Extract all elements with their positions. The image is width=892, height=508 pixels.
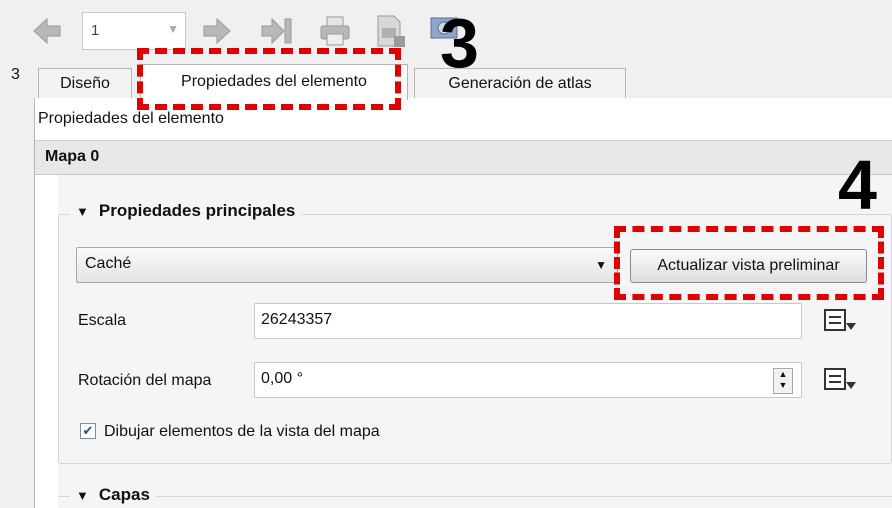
cache-mode-select[interactable]: Caché ▼: [76, 247, 618, 283]
export-image-icon[interactable]: [372, 14, 406, 48]
tab-diseno[interactable]: Diseño: [38, 68, 132, 98]
scale-label: Escala: [78, 312, 127, 329]
rotation-spinbox[interactable]: 0,00 ° ▲ ▼: [254, 362, 802, 398]
scale-input[interactable]: 26243357: [254, 303, 802, 339]
last-page-icon[interactable]: [260, 14, 294, 48]
rotation-label: Rotación del mapa: [78, 372, 212, 389]
item-header: Mapa 0: [35, 141, 892, 175]
main-properties-title: Propiedades principales: [98, 201, 296, 220]
layers-group-title: Capas: [98, 485, 150, 504]
highlight-box-step3: [137, 48, 401, 110]
item-name: Mapa 0: [45, 148, 100, 165]
print-icon[interactable]: [318, 14, 352, 48]
collapse-triangle-icon[interactable]: ▼: [76, 488, 89, 503]
data-defined-override-icon[interactable]: [822, 307, 858, 335]
chevron-down-icon[interactable]: ▼: [595, 258, 607, 272]
back-arrow-icon[interactable]: [30, 14, 64, 48]
highlight-box-step4: [614, 226, 884, 300]
forward-arrow-icon[interactable]: [200, 14, 234, 48]
layers-group-border: [58, 496, 892, 497]
layers-group-header[interactable]: ▼ Capas: [70, 485, 156, 505]
panel-title: Propiedades del elemento: [38, 110, 224, 127]
page-number-combo[interactable]: 1 ▼: [82, 12, 186, 50]
step-number-4: 4: [838, 146, 877, 224]
spin-arrows-icon[interactable]: ▲ ▼: [773, 368, 793, 394]
collapse-triangle-icon[interactable]: ▼: [76, 204, 89, 219]
scale-value: 26243357: [261, 311, 333, 328]
left-strip-number: 3: [11, 66, 20, 83]
data-defined-override-icon[interactable]: [822, 366, 858, 394]
cache-mode-value: Caché: [85, 255, 132, 272]
chevron-down-icon[interactable]: ▼: [167, 22, 179, 36]
page-number-value: 1: [91, 22, 100, 39]
main-properties-header[interactable]: ▼ Propiedades principales: [70, 201, 302, 221]
draw-map-items-label: Dibujar elementos de la vista del mapa: [104, 423, 380, 440]
step-number-3: 3: [440, 4, 479, 82]
draw-map-items-checkbox[interactable]: ✔: [80, 423, 96, 439]
rotation-value: 0,00 °: [261, 370, 303, 387]
left-strip: [0, 62, 14, 508]
